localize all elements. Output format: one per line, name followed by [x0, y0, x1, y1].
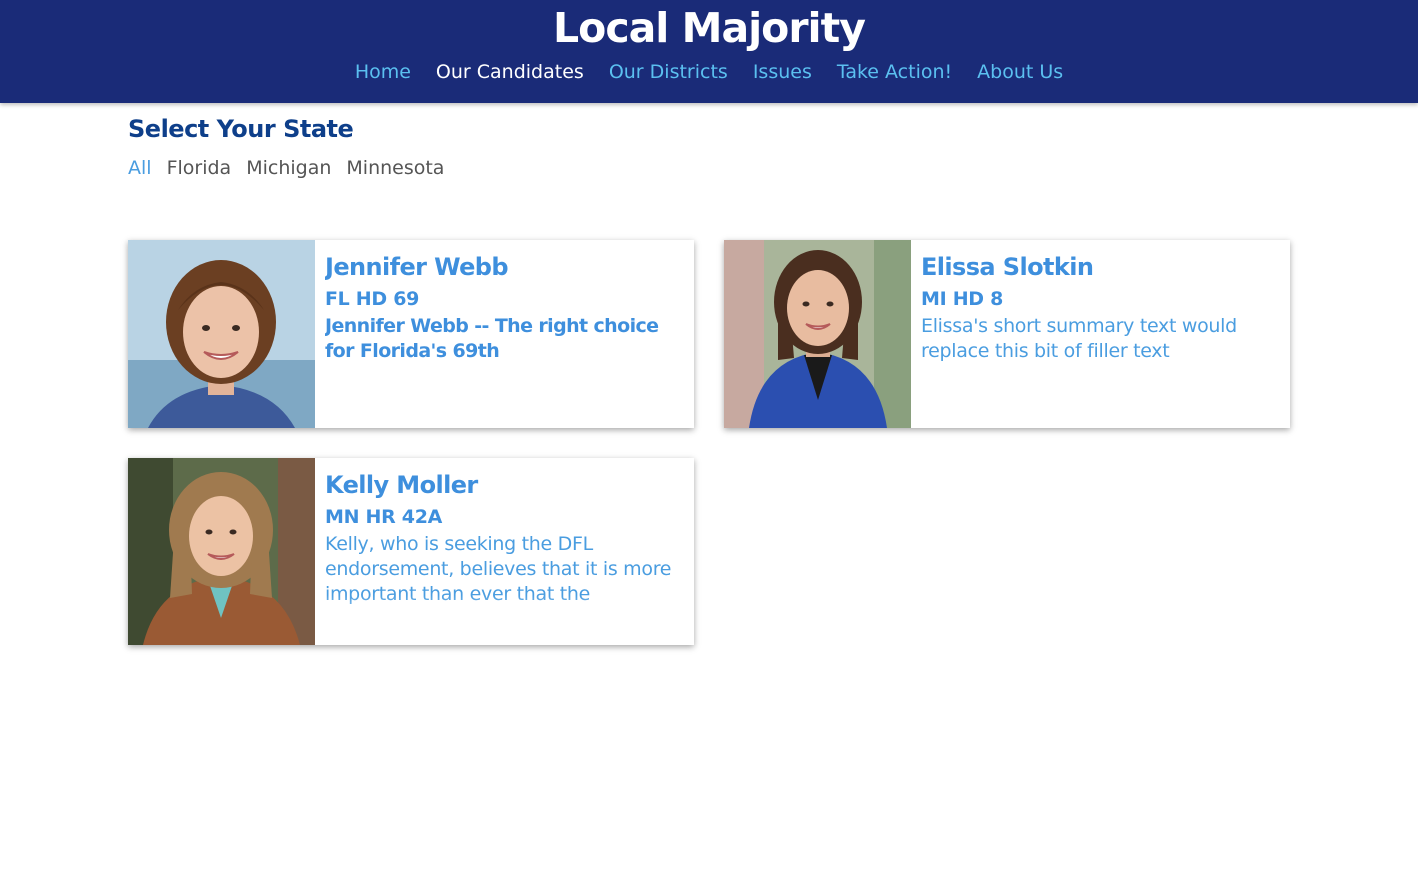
nav-our-candidates[interactable]: Our Candidates — [436, 61, 584, 83]
nav-home[interactable]: Home — [355, 61, 411, 83]
site-header: Local Majority Home Our Candidates Our D… — [0, 0, 1418, 103]
state-filter-minnesota[interactable]: Minnesota — [346, 157, 444, 179]
candidate-district: FL HD 69 — [325, 288, 420, 310]
state-filter-michigan[interactable]: Michigan — [246, 157, 331, 179]
nav-our-districts[interactable]: Our Districts — [609, 61, 728, 83]
text-fade-overlay — [325, 595, 682, 635]
candidate-photo[interactable] — [128, 240, 315, 428]
candidate-district: MI HD 8 — [921, 288, 1003, 310]
nav-take-action[interactable]: Take Action! — [837, 61, 952, 83]
candidate-card-elissa-slotkin[interactable]: Elissa Slotkin MI HD 8 Elissa's short su… — [724, 240, 1290, 428]
site-title[interactable]: Local Majority — [0, 4, 1418, 52]
candidate-card-jennifer-webb[interactable]: Jennifer Webb FL HD 69 Jennifer Webb -- … — [128, 240, 694, 428]
candidate-summary: Elissa's short summary text would replac… — [921, 315, 1237, 362]
portrait-icon — [128, 458, 315, 645]
candidate-photo[interactable] — [128, 458, 315, 645]
nav-issues[interactable]: Issues — [753, 61, 812, 83]
candidate-name[interactable]: Kelly Moller — [325, 470, 682, 500]
state-heading: Select Your State — [128, 115, 354, 143]
state-filter-florida[interactable]: Florida — [167, 157, 232, 179]
portrait-icon — [724, 240, 911, 428]
candidate-summary: Jennifer Webb -- The right choice for Fl… — [325, 315, 659, 362]
candidate-info: Jennifer Webb FL HD 69 Jennifer Webb -- … — [325, 252, 682, 418]
candidate-photo[interactable] — [724, 240, 911, 428]
main-nav: Home Our Candidates Our Districts Issues… — [0, 61, 1418, 83]
candidate-card-kelly-moller[interactable]: Kelly Moller MN HR 42A Kelly, who is see… — [128, 458, 694, 645]
candidate-info: Elissa Slotkin MI HD 8 Elissa's short su… — [921, 252, 1278, 418]
portrait-icon — [128, 240, 315, 428]
candidate-name[interactable]: Jennifer Webb — [325, 252, 682, 282]
candidate-name[interactable]: Elissa Slotkin — [921, 252, 1278, 282]
candidate-info: Kelly Moller MN HR 42A Kelly, who is see… — [325, 470, 682, 635]
state-filter-list: All Florida Michigan Minnesota — [128, 157, 444, 179]
nav-about-us[interactable]: About Us — [977, 61, 1063, 83]
candidate-district: MN HR 42A — [325, 506, 443, 528]
state-filter-all[interactable]: All — [128, 157, 152, 179]
